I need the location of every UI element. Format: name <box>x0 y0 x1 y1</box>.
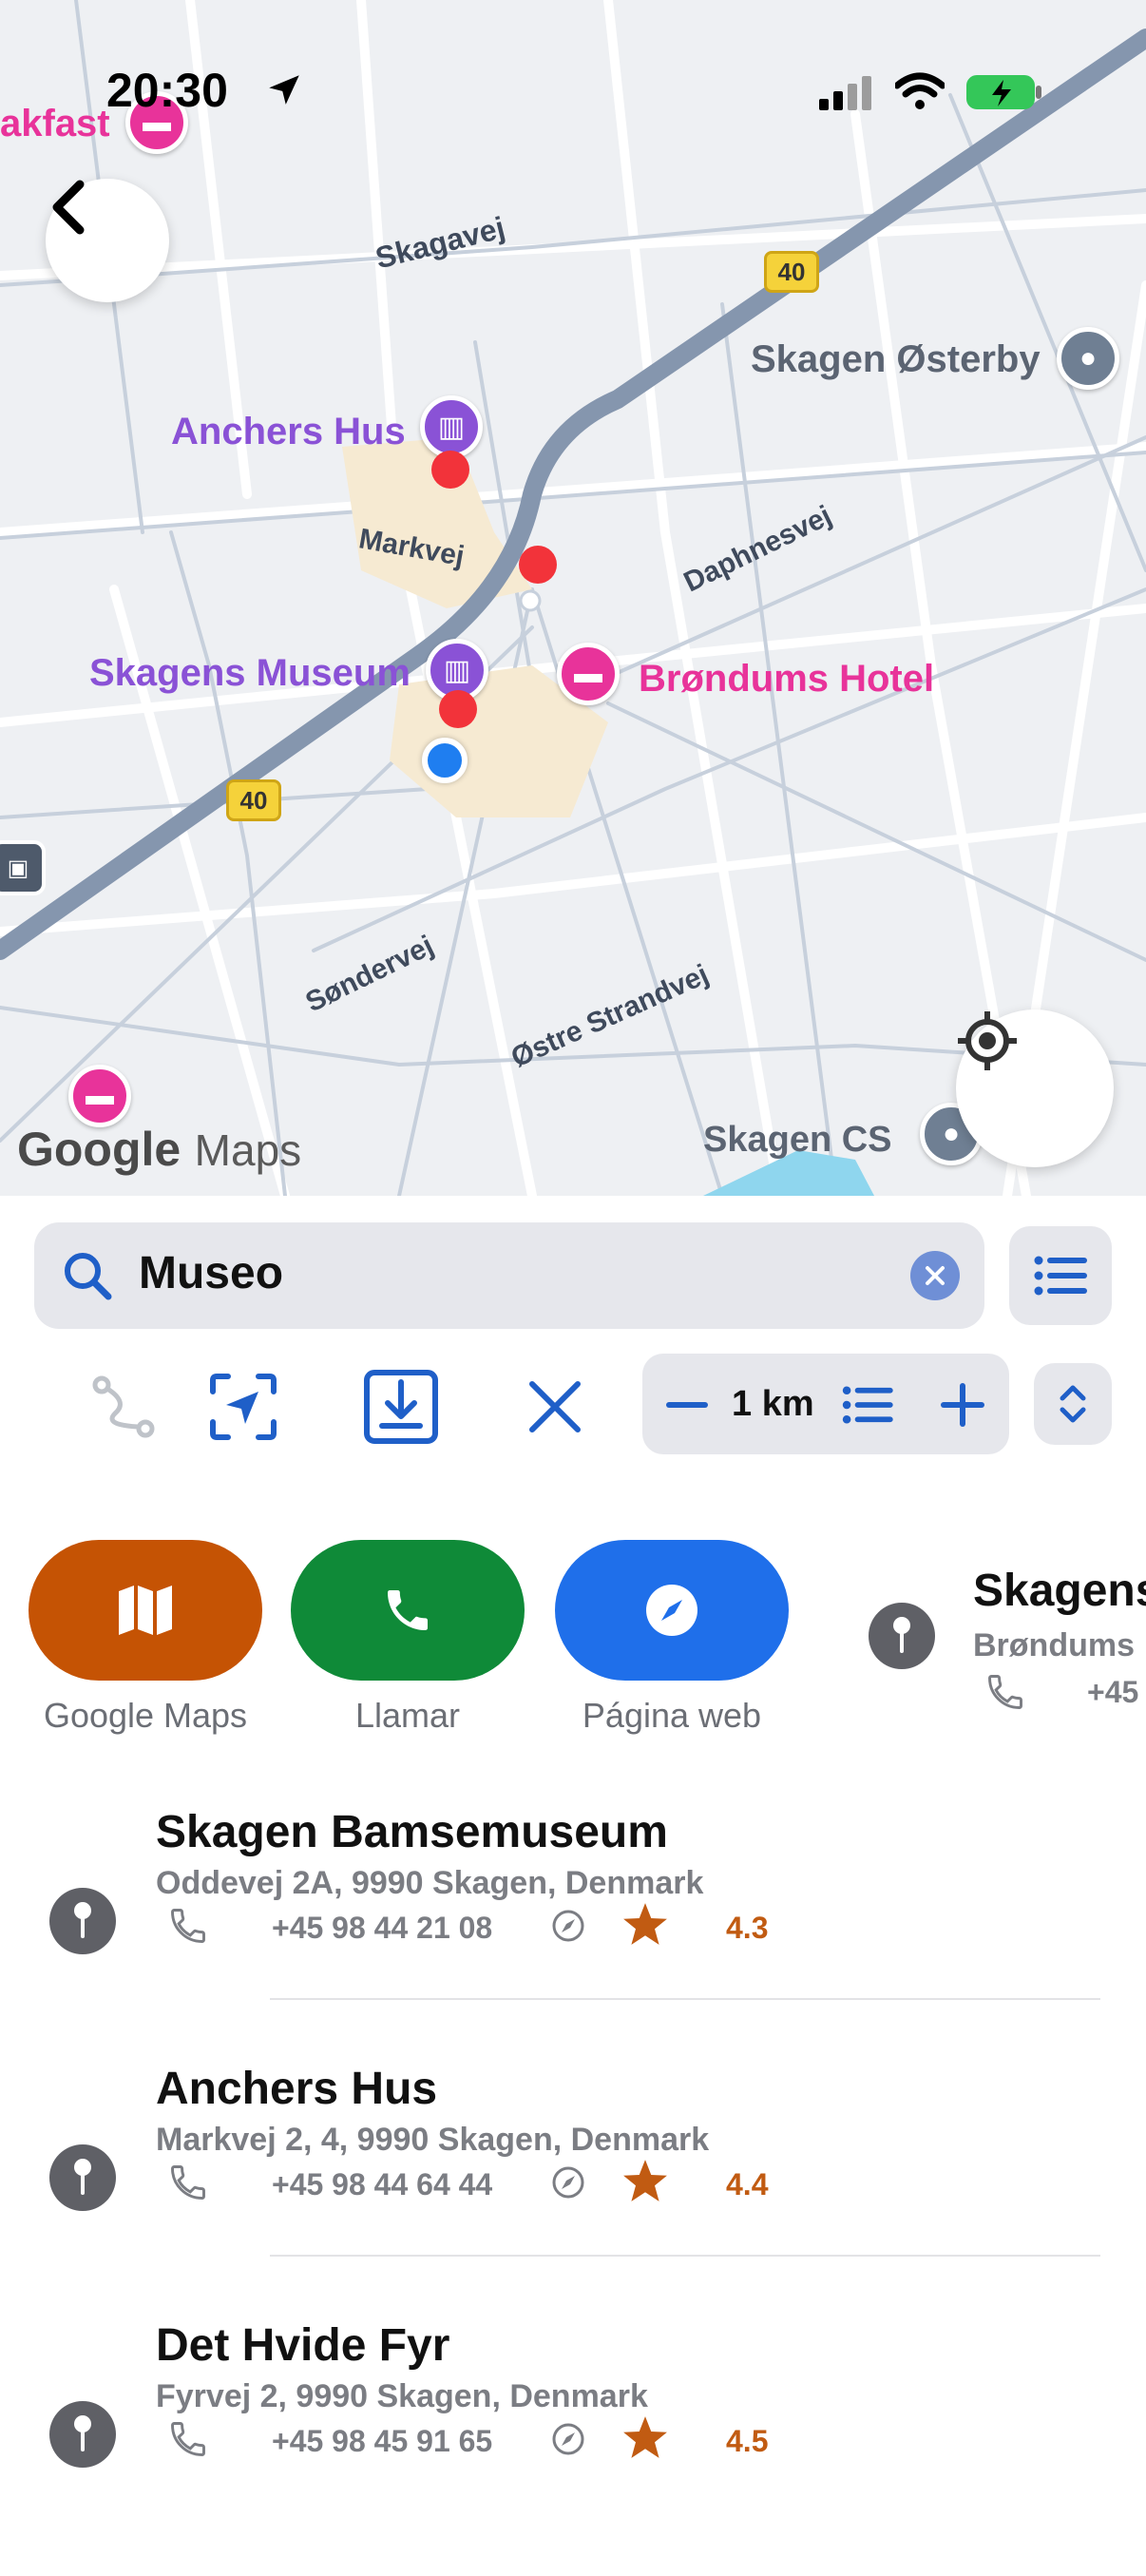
place-label-anchers-hus[interactable]: Anchers Hus <box>171 411 406 453</box>
result-rating: 4.4 <box>726 2167 769 2201</box>
status-time: 20:30 <box>106 64 228 117</box>
result-title: Det Hvide Fyr <box>156 2320 450 2371</box>
peek-card-subtitle: Brøndums <box>973 1627 1135 1663</box>
recenter-location-button[interactable] <box>956 1009 1114 1167</box>
location-pin-icon <box>49 1888 116 1954</box>
minus-icon <box>666 1402 708 1408</box>
website-action-button[interactable] <box>555 1540 789 1681</box>
location-arrow-icon <box>269 75 299 105</box>
result-address: Fyrvej 2, 9990 Skagen, Denmark <box>156 2378 648 2414</box>
radius-increase-button[interactable] <box>931 1376 994 1433</box>
bus-stop-icon[interactable]: ▣ <box>0 840 46 895</box>
close-icon <box>529 1381 581 1432</box>
phone-icon[interactable] <box>167 2418 209 2465</box>
result-row[interactable]: Skagen Bamsemuseum Oddevej 2A, 9990 Skage… <box>0 1806 1146 2063</box>
result-address: Markvej 2, 4, 9990 Skagen, Denmark <box>156 2122 710 2158</box>
star-icon <box>621 1901 669 1951</box>
map-icon <box>119 1586 172 1635</box>
place-label-skagen-osterby[interactable]: Skagen Østerby <box>751 338 1041 381</box>
hotel-pin-icon[interactable]: ▬ <box>68 1065 131 1127</box>
star-icon <box>621 2414 669 2465</box>
result-title: Skagen Bamsemuseum <box>156 1807 668 1857</box>
search-icon <box>65 1253 112 1300</box>
place-label-breakfast[interactable]: akfast <box>0 103 110 145</box>
call-action-button[interactable] <box>291 1540 525 1681</box>
compass-icon <box>646 1585 697 1636</box>
result-title: Anchers Hus <box>156 2064 438 2114</box>
download-button[interactable] <box>361 1367 441 1447</box>
sort-toggle-button[interactable] <box>1034 1363 1112 1445</box>
radius-list-button[interactable] <box>836 1376 899 1433</box>
download-icon <box>364 1370 438 1444</box>
star-icon <box>621 2158 669 2208</box>
crosshair-icon <box>958 1011 1017 1070</box>
website-action-label: Página web <box>582 1696 762 1735</box>
list-divider <box>270 1998 1100 2000</box>
route-icon <box>92 1375 155 1438</box>
phone-icon <box>988 1675 1022 1709</box>
google-wordmark: Google <box>17 1123 181 1176</box>
place-label-skagens-museum[interactable]: Skagens Museum <box>89 652 411 695</box>
route-40-shield: 40 <box>226 779 281 821</box>
scan-location-icon <box>210 1374 277 1440</box>
place-label-skagen-cs[interactable]: Skagen CS <box>703 1120 892 1161</box>
list-divider <box>270 2255 1100 2257</box>
radius-value: 1 km <box>732 1384 814 1424</box>
phone-icon <box>388 1590 428 1630</box>
chevron-left-icon <box>52 180 85 235</box>
result-marker-dot[interactable] <box>519 546 557 584</box>
list-icon <box>1034 1256 1087 1296</box>
google-maps-watermark: Google Maps <box>17 1122 301 1177</box>
result-row[interactable]: Anchers Hus Markvej 2, 4, 9990 Skagen, De… <box>0 2063 1146 2319</box>
current-location-dot <box>422 738 468 783</box>
result-rating: 4.3 <box>726 1911 769 1945</box>
location-pin-icon <box>869 1603 935 1669</box>
google-maps-action-label: Google Maps <box>43 1696 248 1735</box>
list-icon <box>842 1386 893 1424</box>
result-rating: 4.5 <box>726 2424 769 2458</box>
location-pin-icon <box>49 2401 116 2468</box>
signal-icon <box>819 76 871 110</box>
compass-icon[interactable] <box>551 2422 585 2461</box>
compass-icon[interactable] <box>551 2165 585 2204</box>
peek-card-phone: +45 <box>1087 1675 1139 1709</box>
map-view[interactable]: Skagavej Markvej Daphnesvej Søndervej Øs… <box>0 0 1146 1196</box>
google-maps-action-button[interactable] <box>29 1540 262 1681</box>
list-view-button[interactable] <box>1009 1226 1112 1325</box>
phone-icon[interactable] <box>167 2162 209 2208</box>
plus-icon <box>941 1383 984 1427</box>
battery-charging-icon <box>966 75 1041 109</box>
result-marker-dot[interactable] <box>431 451 469 489</box>
radius-decrease-button[interactable] <box>656 1376 718 1433</box>
chevron-up-down-icon <box>1060 1385 1086 1423</box>
peek-card-title[interactable]: Skagens <box>973 1565 1146 1617</box>
close-icon <box>926 1266 945 1285</box>
call-action-label: Llamar <box>354 1696 461 1735</box>
locate-in-area-button[interactable] <box>203 1367 283 1447</box>
location-pin-icon[interactable]: ● <box>1057 327 1119 390</box>
compass-icon[interactable] <box>551 1909 585 1948</box>
route-40-shield: 40 <box>764 251 819 293</box>
result-phone[interactable]: +45 98 45 91 65 <box>272 2424 492 2459</box>
place-label-brondums-hotel[interactable]: Brøndums Hotel <box>639 658 934 701</box>
back-button[interactable] <box>46 179 169 302</box>
result-row[interactable]: Det Hvide Fyr Fyrvej 2, 9990 Skagen, Denm… <box>0 2319 1146 2576</box>
route-button[interactable] <box>86 1369 162 1445</box>
result-address: Oddevej 2A, 9990 Skagen, Denmark <box>156 1865 704 1901</box>
wifi-icon <box>895 72 945 109</box>
result-marker-dot[interactable] <box>439 690 477 728</box>
clear-results-button[interactable] <box>519 1371 591 1443</box>
museum-pin-icon[interactable]: ▥ <box>420 395 483 458</box>
result-phone[interactable]: +45 98 44 64 44 <box>272 2167 492 2202</box>
hotel-pin-icon[interactable]: ▬ <box>557 643 620 705</box>
maps-wordmark: Maps <box>194 1125 302 1175</box>
location-pin-icon <box>49 2144 116 2211</box>
result-phone[interactable]: +45 98 44 21 08 <box>272 1911 492 1946</box>
search-input[interactable]: Museo <box>139 1247 283 1299</box>
clear-search-button[interactable] <box>910 1251 960 1300</box>
phone-icon[interactable] <box>167 1905 209 1951</box>
